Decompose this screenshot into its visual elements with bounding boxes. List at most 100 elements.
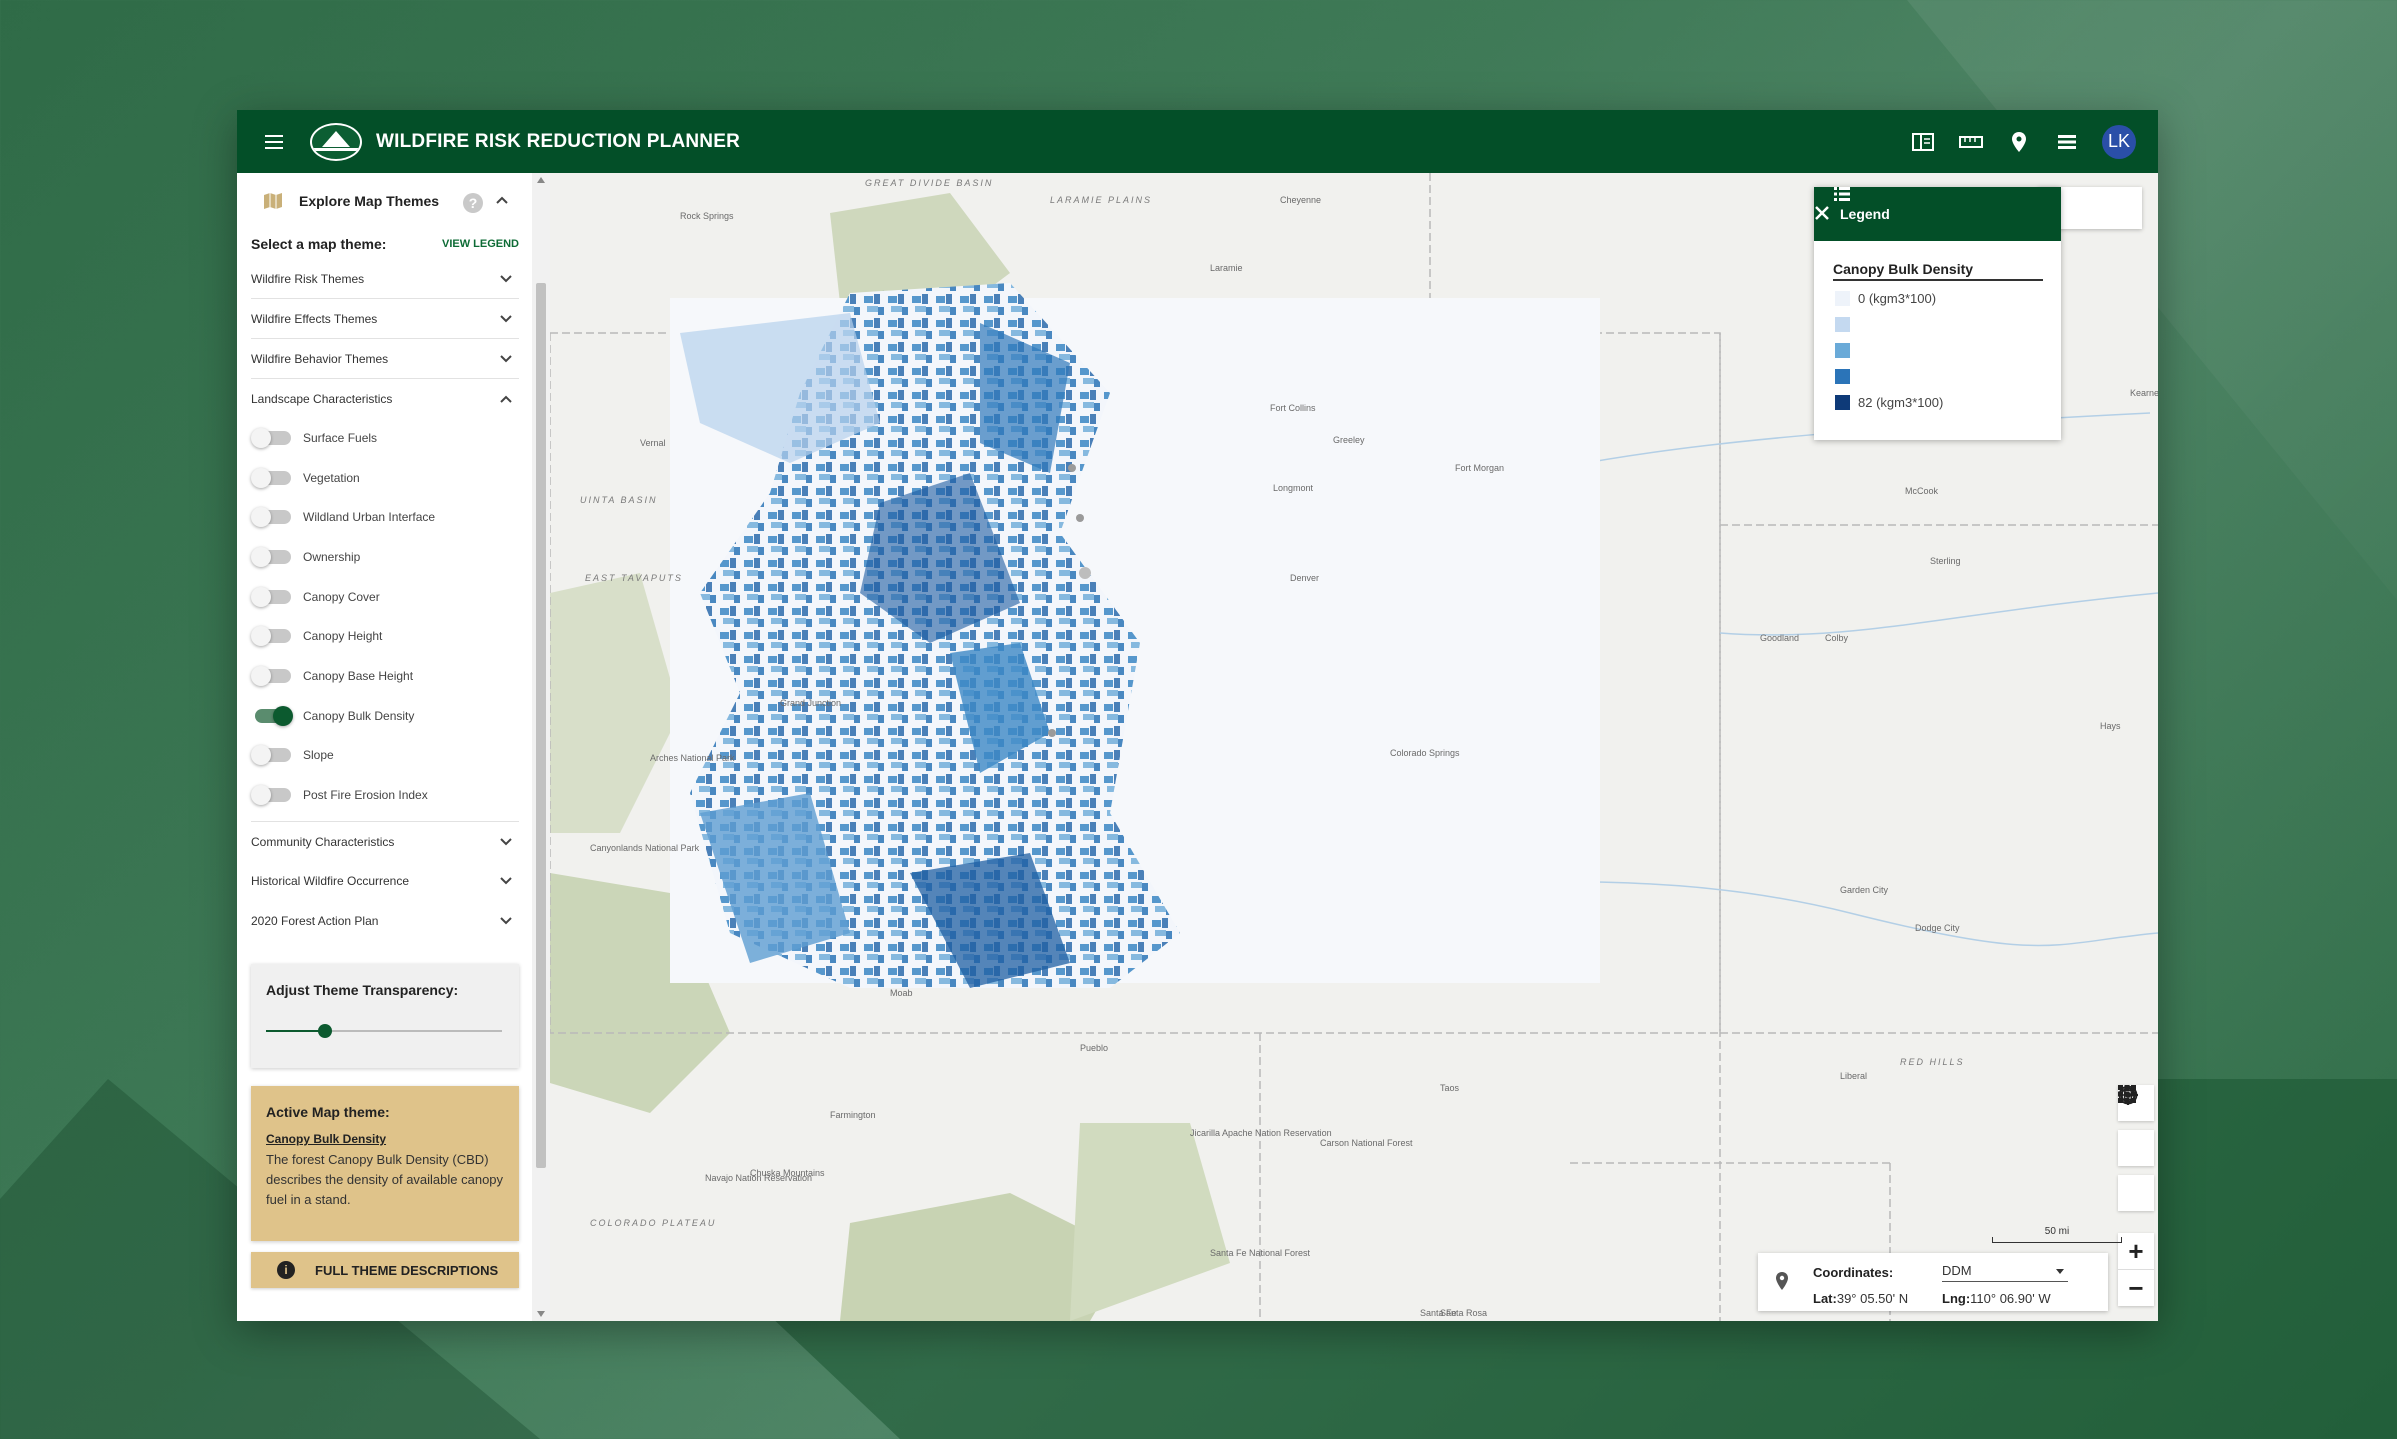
map-label: Hays <box>2100 721 2121 731</box>
map-label: Fort Collins <box>1270 403 1316 413</box>
map-icon <box>264 193 282 209</box>
pin-icon[interactable] <box>2006 129 2032 155</box>
map-label: Sterling <box>1930 556 1961 566</box>
longitude-readout: Lng:110° 06.90' W <box>1942 1291 2051 1306</box>
map-label: Pueblo <box>1080 1043 1109 1053</box>
layer-toggle-row[interactable]: Canopy Cover <box>251 577 550 617</box>
layer-toggle-switch[interactable] <box>251 586 291 607</box>
legend-item-label: 0 (kgm3*100) <box>1858 291 1937 306</box>
toggle-knob <box>251 427 271 448</box>
menu-icon[interactable] <box>265 134 283 149</box>
legend-item <box>1835 343 1858 358</box>
map-controls <box>2118 1085 2154 1220</box>
accordion-wildfire-behavior[interactable]: Wildfire Behavior Themes <box>251 339 519 379</box>
accordion-wildfire-risk[interactable]: Wildfire Risk Themes <box>251 259 519 299</box>
legend-swatch <box>1835 395 1850 410</box>
layer-toggle-switch[interactable] <box>251 626 291 647</box>
layers-icon[interactable] <box>2054 129 2080 155</box>
map-label: Rock Springs <box>680 211 734 221</box>
layer-toggle-row[interactable]: Canopy Bulk Density <box>255 696 550 736</box>
legend-panel: Legend Canopy Bulk Density 0 (kgm3*100) 8… <box>1814 187 2061 440</box>
latitude-readout: Lat:39° 05.50' N <box>1813 1291 1909 1306</box>
scroll-up-arrow[interactable] <box>537 177 545 183</box>
split-view-icon[interactable] <box>1910 129 1936 155</box>
scrollbar-thumb[interactable] <box>536 283 546 1168</box>
accordion-community-characteristics[interactable]: Community Characteristics <box>251 822 519 862</box>
info-icon: i <box>277 1261 295 1279</box>
app-bar: WILDFIRE RISK REDUCTION PLANNER LK <box>237 110 2158 173</box>
close-icon[interactable] <box>1814 205 1830 221</box>
map-canvas[interactable]: GREAT DIVIDE BASIN LARAMIE PLAINS Rock Spr… <box>550 173 2158 1321</box>
globe-button[interactable] <box>2118 1085 2154 1166</box>
legend-swatch <box>1835 343 1850 358</box>
layer-toggle-switch[interactable] <box>251 467 291 488</box>
map-label: Vernal <box>640 438 666 448</box>
layer-toggle-switch[interactable] <box>251 507 291 528</box>
transparency-slider[interactable] <box>266 1024 502 1038</box>
map-label: EAST TAVAPUTS <box>585 573 683 583</box>
layer-toggle-row[interactable]: Post Fire Erosion Index <box>251 775 550 815</box>
slider-thumb[interactable] <box>318 1024 332 1038</box>
accordion-historical-wildfire[interactable]: Historical Wildfire Occurrence <box>251 862 519 902</box>
toggle-knob <box>251 745 271 766</box>
ruler-icon[interactable] <box>1958 129 1984 155</box>
toggle-knob <box>251 626 271 647</box>
layer-toggle-switch[interactable] <box>251 427 291 448</box>
select-theme-label: Select a map theme: <box>251 236 387 252</box>
map-label: McCook <box>1905 486 1939 496</box>
chevron-up-icon[interactable] <box>495 193 509 207</box>
zoom-control: + − <box>2118 1233 2154 1306</box>
map-label: Kearney <box>2130 388 2158 398</box>
layer-toggle-row[interactable]: Canopy Height <box>251 616 550 656</box>
chevron-down-icon <box>500 877 512 885</box>
coordinate-format-select[interactable]: DDM <box>1942 1263 2068 1282</box>
map-label: Cheyenne <box>1280 195 1322 205</box>
legend-swatch <box>1835 291 1850 306</box>
zoom-out-button[interactable]: − <box>2118 1270 2154 1306</box>
map-label: Denver <box>1290 573 1320 583</box>
layer-toggle-switch[interactable] <box>251 665 291 686</box>
full-theme-descriptions-label: FULL THEME DESCRIPTIONS <box>315 1262 499 1278</box>
help-icon[interactable]: ? <box>463 193 483 213</box>
caret-down-icon <box>2056 1269 2064 1274</box>
layer-label: Canopy Height <box>303 629 383 644</box>
layer-toggle-row[interactable]: Canopy Base Height <box>251 656 550 696</box>
map-label: Longmont <box>1273 483 1314 493</box>
zoom-in-button[interactable]: + <box>2118 1233 2154 1269</box>
accordion-landscape-characteristics[interactable]: Landscape Characteristics <box>251 379 519 418</box>
map-label: UINTA BASIN <box>580 495 658 505</box>
accordion-wildfire-effects[interactable]: Wildfire Effects Themes <box>251 299 519 339</box>
map-label: Liberal <box>1840 1071 1868 1081</box>
layer-toggle-row[interactable]: Slope <box>251 736 550 776</box>
active-theme-heading: Active Map theme: <box>266 1104 390 1120</box>
scale-label: 50 mi <box>2044 1226 2070 1237</box>
crosshair-icon <box>2118 1085 2138 1105</box>
layer-toggle-switch[interactable] <box>251 745 291 766</box>
layer-toggle-switch[interactable] <box>251 546 291 567</box>
map-label: Arches National Park <box>650 753 735 763</box>
layer-toggle-row[interactable]: Ownership <box>251 537 550 577</box>
layer-toggle-row[interactable]: Surface Fuels <box>251 418 550 458</box>
layer-toggle-switch[interactable] <box>251 785 291 806</box>
layer-label: Canopy Cover <box>303 589 380 604</box>
locate-button[interactable] <box>2118 1085 2154 1211</box>
scroll-down-arrow[interactable] <box>537 1311 545 1317</box>
active-theme-link[interactable]: Canopy Bulk Density <box>266 1132 386 1146</box>
legend-item: 0 (kgm3*100) <box>1835 291 1936 306</box>
map-label: Goodland <box>1760 633 1800 643</box>
layer-toggle-switch[interactable] <box>255 705 293 726</box>
map-label: COLORADO PLATEAU <box>590 1218 717 1228</box>
view-legend-link[interactable]: VIEW LEGEND <box>442 238 519 250</box>
full-theme-descriptions-button[interactable]: i FULL THEME DESCRIPTIONS <box>251 1252 519 1288</box>
coordinates-panel: Coordinates: DDM Lat:39° 05.50' N Lng:11… <box>1758 1253 2108 1311</box>
layer-label: Surface Fuels <box>303 430 378 445</box>
layer-toggle-row[interactable]: Vegetation <box>251 458 550 498</box>
layer-label: Wildland Urban Interface <box>303 510 436 525</box>
sidebar-scrollbar[interactable] <box>532 173 550 1321</box>
accordion-forest-action-plan[interactable]: 2020 Forest Action Plan <box>251 901 519 941</box>
avatar[interactable]: LK <box>2102 124 2136 159</box>
legend-header: Legend <box>1814 187 2061 241</box>
layer-toggle-row[interactable]: Wildland Urban Interface <box>251 497 550 537</box>
map-label: Farmington <box>830 1110 876 1120</box>
map-label: Santa Rosa <box>1440 1308 1488 1318</box>
